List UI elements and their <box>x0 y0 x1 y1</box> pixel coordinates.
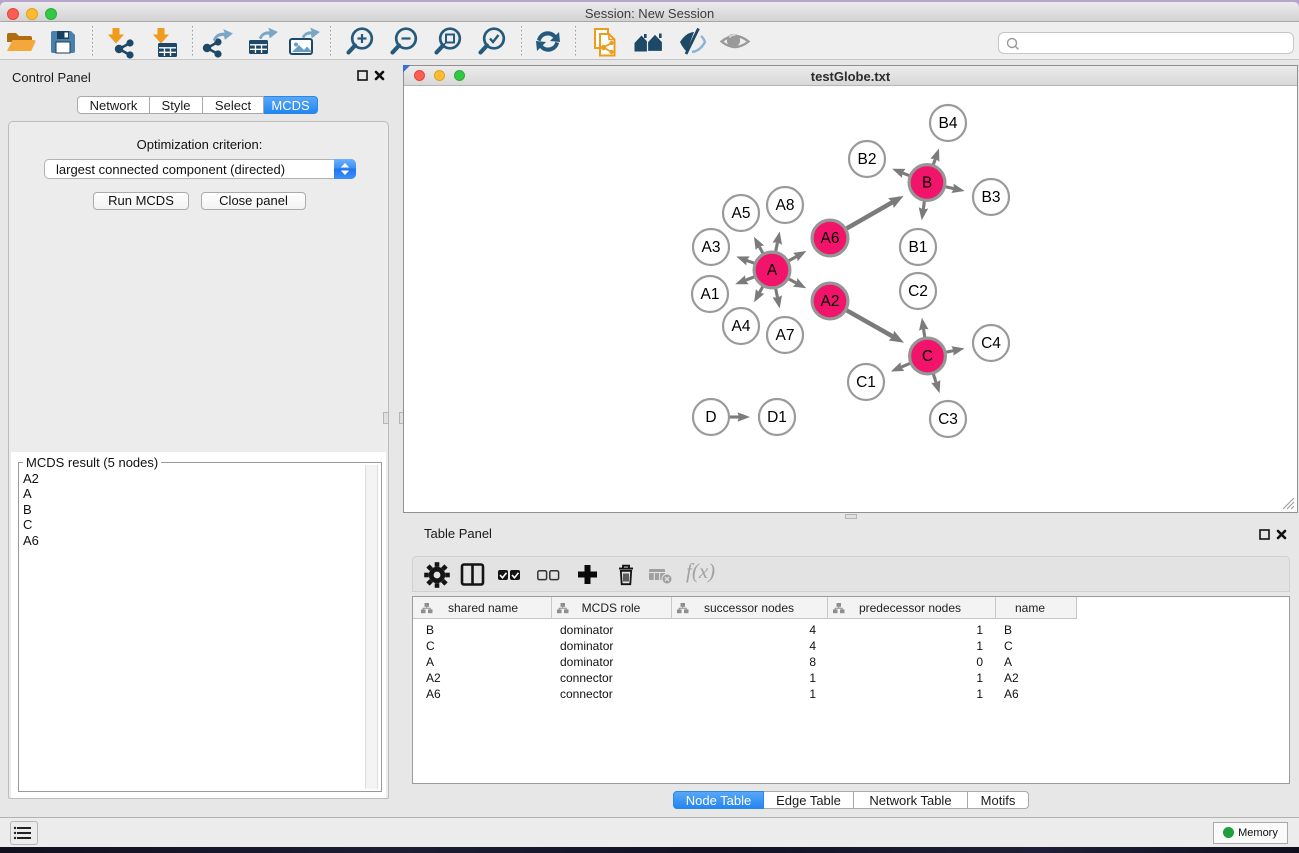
svg-text:A8: A8 <box>776 197 795 214</box>
svg-text:C: C <box>922 348 933 365</box>
svg-text:C2: C2 <box>908 283 928 300</box>
svg-text:C3: C3 <box>938 411 958 428</box>
svg-text:C4: C4 <box>981 335 1001 352</box>
svg-text:A5: A5 <box>732 205 751 222</box>
svg-text:D1: D1 <box>767 409 787 426</box>
svg-text:A4: A4 <box>732 318 751 335</box>
svg-text:A2: A2 <box>821 293 840 310</box>
svg-text:A7: A7 <box>776 327 795 344</box>
svg-text:A3: A3 <box>702 239 721 256</box>
svg-text:B: B <box>922 175 932 192</box>
svg-text:A6: A6 <box>821 230 840 247</box>
svg-text:A: A <box>767 262 778 279</box>
svg-text:B1: B1 <box>909 239 928 256</box>
svg-text:B4: B4 <box>939 115 958 132</box>
svg-text:A1: A1 <box>701 286 720 303</box>
svg-text:B3: B3 <box>982 189 1001 206</box>
svg-text:B2: B2 <box>858 151 877 168</box>
svg-text:D: D <box>705 409 716 426</box>
svg-text:C1: C1 <box>856 374 876 391</box>
